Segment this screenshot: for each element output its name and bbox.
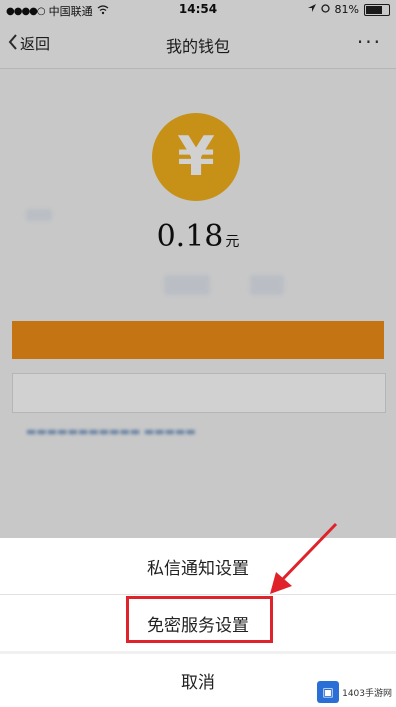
watermark-text: 1403手游网 [342,688,392,699]
dim-overlay[interactable] [0,0,396,538]
highlight-box [126,596,273,643]
watermark-logo-icon: ▣ [317,681,340,703]
annotation-arrow-icon [270,522,338,594]
watermark: ▣ 1403手游网 [317,681,392,703]
